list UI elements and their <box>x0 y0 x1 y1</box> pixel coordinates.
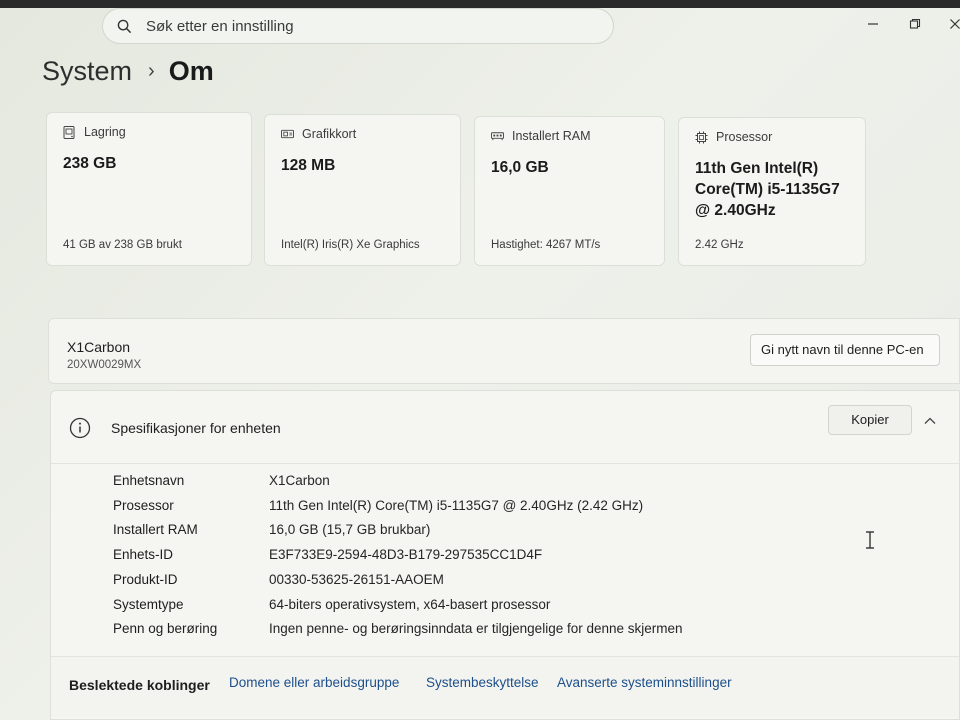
restore-icon <box>909 18 921 29</box>
cpu-icon <box>695 131 708 144</box>
spec-value: 16,0 GB (15,7 GB brukbar) <box>269 522 431 537</box>
ram-card[interactable]: Installert RAM 16,0 GB Hastighet: 4267 M… <box>474 116 665 266</box>
spec-value: Ingen penne- og berøringsinndata er tilg… <box>269 621 683 636</box>
spec-value: 11th Gen Intel(R) Core(TM) i5-1135G7 @ 2… <box>269 498 644 513</box>
spec-value: 00330-53625-26151-AAOEM <box>269 572 444 587</box>
breadcrumb: System › Om <box>42 56 214 87</box>
storage-card[interactable]: Lagring 238 GB 41 GB av 238 GB brukt <box>46 112 252 266</box>
card-title: Grafikkort <box>302 127 357 141</box>
spec-label: Prosessor <box>113 498 174 513</box>
close-icon <box>950 19 960 29</box>
card-title: Lagring <box>84 125 126 139</box>
card-value: 11th Gen Intel(R) Core(TM) i5-1135G7 @ 2… <box>695 160 840 219</box>
spec-label: Installert RAM <box>113 522 198 537</box>
spec-label: Enhets-ID <box>113 547 174 562</box>
link-system-protection[interactable]: Systembeskyttelse <box>426 675 539 690</box>
close-button[interactable] <box>940 14 960 34</box>
card-value: 128 MB <box>281 157 336 174</box>
card-footer: Intel(R) Iris(R) Xe Graphics <box>281 239 420 251</box>
device-specifications-panel: Spesifikasjoner for enheten Kopier Enhet… <box>50 390 960 720</box>
card-value: 238 GB <box>63 155 117 172</box>
rename-pc-button[interactable]: Gi nytt navn til denne PC-en <box>750 334 940 366</box>
related-links-section: Beslektede koblinger Domene eller arbeid… <box>51 656 959 717</box>
link-advanced-system-settings[interactable]: Avanserte systeminnstillinger <box>557 675 732 690</box>
card-title: Prosessor <box>716 130 773 144</box>
link-domain-workgroup[interactable]: Domene eller arbeidsgruppe <box>229 675 399 690</box>
top-edge <box>0 0 960 8</box>
copy-button[interactable]: Kopier <box>828 405 912 435</box>
device-model: 20XW0029MX <box>67 359 142 371</box>
gpu-icon <box>281 128 294 141</box>
card-footer: 2.42 GHz <box>695 239 744 251</box>
search-icon <box>117 19 132 34</box>
specifications-title: Spesifikasjoner for enheten <box>111 420 281 436</box>
page-title: Om <box>168 56 214 86</box>
spec-label: Penn og berøring <box>113 621 218 636</box>
card-value: 16,0 GB <box>491 159 549 176</box>
specifications-header[interactable]: Spesifikasjoner for enheten Kopier <box>51 391 959 464</box>
chevron-right-icon: › <box>148 60 155 82</box>
spec-label: Enhetsnavn <box>113 473 185 488</box>
ram-icon <box>491 130 504 143</box>
storage-icon <box>63 125 76 139</box>
info-icon <box>69 417 91 444</box>
minimize-button[interactable] <box>858 14 888 34</box>
spec-label: Produkt-ID <box>113 572 178 587</box>
spec-value: 64-biters operativsystem, x64-basert pro… <box>269 597 551 612</box>
settings-search-box[interactable] <box>102 8 614 44</box>
device-name: X1Carbon <box>67 339 131 355</box>
chevron-up-icon[interactable] <box>923 413 937 431</box>
card-footer: Hastighet: 4267 MT/s <box>491 239 601 251</box>
spec-label: Systemtype <box>113 597 184 612</box>
card-title: Installert RAM <box>512 129 591 143</box>
graphics-card[interactable]: Grafikkort 128 MB Intel(R) Iris(R) Xe Gr… <box>264 114 461 266</box>
text-cursor-icon <box>864 530 876 555</box>
spec-value: X1Carbon <box>269 473 330 488</box>
search-input[interactable] <box>144 16 588 36</box>
breadcrumb-parent[interactable]: System <box>42 56 132 87</box>
related-links-label: Beslektede koblinger <box>69 677 210 693</box>
minimize-icon <box>868 23 878 25</box>
spec-value: E3F733E9-2594-48D3-B179-297535CC1D4F <box>269 547 543 562</box>
card-footer: 41 GB av 238 GB brukt <box>63 239 182 251</box>
processor-card[interactable]: Prosessor 11th Gen Intel(R) Core(TM) i5-… <box>678 117 866 266</box>
restore-button[interactable] <box>900 14 930 34</box>
